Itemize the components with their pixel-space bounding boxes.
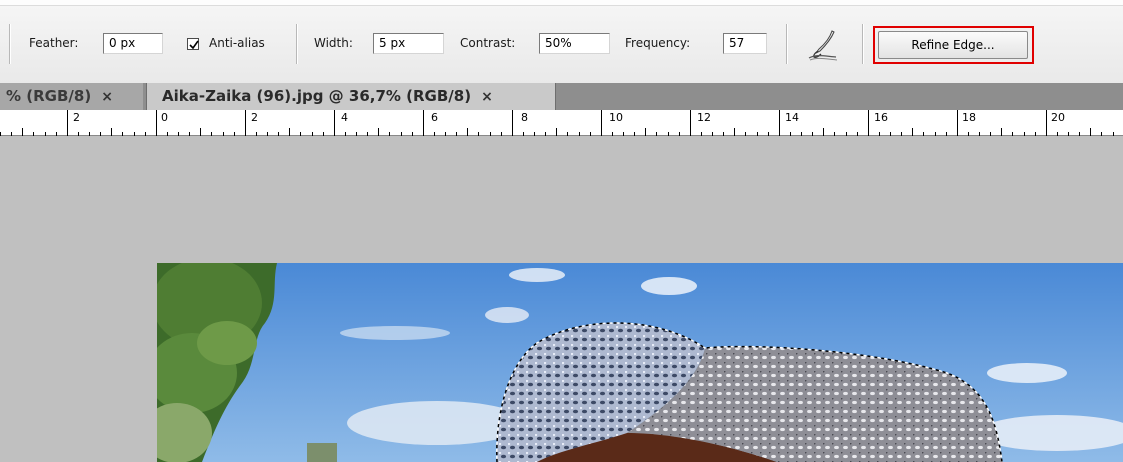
- feather-label: Feather:: [29, 36, 79, 50]
- options-bar-top-strip: [0, 0, 1123, 6]
- ruler-label: 18: [962, 111, 976, 124]
- close-icon[interactable]: ×: [481, 89, 493, 105]
- ruler-label: 4: [341, 111, 348, 124]
- ruler-label: 14: [785, 111, 799, 124]
- options-bar: Feather: 0 px Anti-alias Width: 5 px Con…: [0, 0, 1123, 83]
- width-input[interactable]: 5 px: [373, 33, 444, 54]
- photo-image: [157, 263, 1123, 462]
- contrast-label: Contrast:: [460, 36, 516, 50]
- options-separator: [296, 24, 298, 64]
- tab-label: Aika-Zaika (96).jpg @ 36,7% (RGB/8): [162, 87, 472, 105]
- tab-label: % (RGB/8): [6, 87, 92, 105]
- refine-edge-button[interactable]: Refine Edge...: [878, 31, 1028, 59]
- ruler-label: 0: [161, 111, 168, 124]
- ruler-label: 2: [251, 111, 258, 124]
- photo-canvas[interactable]: [157, 263, 1123, 462]
- width-label: Width:: [314, 36, 353, 50]
- stylus-pressure-button[interactable]: [804, 27, 842, 63]
- contrast-input[interactable]: 50%: [539, 33, 610, 54]
- ruler-label: 16: [874, 111, 888, 124]
- options-separator: [786, 24, 788, 64]
- ruler-label: 20: [1051, 111, 1065, 124]
- ruler-scale: 2 0 2 4 6 8 10 12 14 16 18 20: [0, 110, 1114, 136]
- document-tab-bar: % (RGB/8) × Aika-Zaika (96).jpg @ 36,7% (…: [0, 83, 1123, 110]
- checkmark-icon: [189, 40, 199, 50]
- tab-document-active[interactable]: Aika-Zaika (96).jpg @ 36,7% (RGB/8) ×: [146, 83, 556, 110]
- horizontal-ruler[interactable]: 2 0 2 4 6 8 10 12 14 16 18 20: [0, 110, 1123, 136]
- frequency-input[interactable]: 57: [723, 33, 767, 54]
- ruler-label: 6: [431, 111, 438, 124]
- anti-alias-label: Anti-alias: [209, 36, 265, 50]
- options-separator: [862, 24, 864, 64]
- ruler-label: 10: [609, 111, 623, 124]
- ruler-label: 8: [521, 111, 528, 124]
- frequency-label: Frequency:: [625, 36, 691, 50]
- close-icon[interactable]: ×: [101, 89, 113, 105]
- tab-document-previous[interactable]: % (RGB/8) ×: [0, 83, 143, 110]
- ruler-label: 12: [697, 111, 711, 124]
- options-separator: [9, 24, 11, 64]
- anti-alias-checkbox[interactable]: [187, 38, 199, 50]
- feather-input[interactable]: 0 px: [103, 33, 163, 54]
- ruler-label: 2: [73, 111, 80, 124]
- stylus-pressure-icon: [808, 30, 838, 61]
